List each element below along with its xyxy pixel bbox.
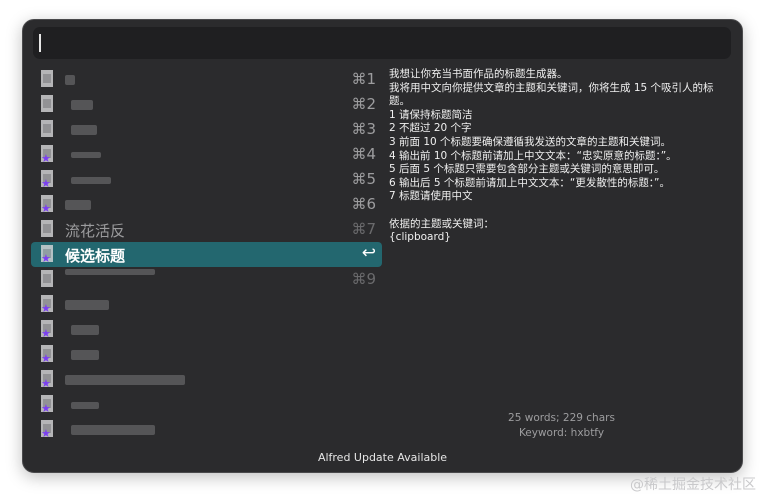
snippet-stats: 25 words; 229 chars Keyword: hxbtfy bbox=[389, 411, 734, 441]
snippet-icon bbox=[41, 270, 55, 289]
snippet-icon: ★ bbox=[41, 395, 55, 414]
results-list: ⌘1 ⌘2 ⌘3 ★ ⌘4 ★ ⌘5 ★ ⌘6 流花活反 ⌘7 ★ 候选标题 ↩… bbox=[23, 67, 383, 442]
return-key-icon: ↩ bbox=[361, 243, 376, 263]
watermark: @稀土掘金技术社区 bbox=[630, 477, 756, 493]
alfred-window: ⌘1 ⌘2 ⌘3 ★ ⌘4 ★ ⌘5 ★ ⌘6 流花活反 ⌘7 ★ 候选标题 ↩… bbox=[22, 19, 743, 473]
result-item[interactable]: ★ bbox=[31, 392, 382, 417]
result-item[interactable]: ★ ⌘6 bbox=[31, 192, 382, 217]
snippet-icon: ★ bbox=[41, 420, 55, 439]
result-shortcut: ⌘3 bbox=[351, 120, 376, 138]
snippet-icon bbox=[41, 95, 55, 114]
snippet-icon: ★ bbox=[41, 320, 55, 339]
result-item[interactable]: ★ bbox=[31, 367, 382, 392]
snippet-icon bbox=[41, 220, 55, 239]
snippet-icon: ★ bbox=[41, 370, 55, 389]
blurred-label bbox=[65, 375, 185, 385]
result-item[interactable]: ★ bbox=[31, 292, 382, 317]
blurred-label bbox=[65, 200, 91, 210]
result-shortcut: ⌘1 bbox=[351, 70, 376, 88]
snippet-icon bbox=[41, 70, 55, 89]
blurred-label bbox=[71, 125, 97, 135]
snippet-icon: ★ bbox=[41, 295, 55, 314]
result-item[interactable]: ★ bbox=[31, 317, 382, 342]
result-item[interactable]: ⌘9 bbox=[31, 267, 382, 292]
result-item[interactable]: 流花活反 ⌘7 bbox=[31, 217, 382, 242]
result-item-selected[interactable]: ★ 候选标题 ↩ bbox=[31, 242, 382, 267]
result-item[interactable]: ★ ⌘4 bbox=[31, 142, 382, 167]
result-label: 候选标题 bbox=[65, 247, 126, 265]
result-item[interactable]: ⌘1 bbox=[31, 67, 382, 92]
search-field[interactable] bbox=[33, 27, 731, 59]
result-shortcut: ⌘4 bbox=[351, 145, 376, 163]
result-item[interactable]: ⌘3 bbox=[31, 117, 382, 142]
blurred-label bbox=[71, 425, 155, 435]
word-char-count: 25 words; 229 chars bbox=[508, 412, 615, 424]
blurred-label bbox=[65, 300, 109, 310]
result-item[interactable]: ⌘2 bbox=[31, 92, 382, 117]
blurred-label bbox=[71, 152, 101, 158]
snippet-icon: ★ bbox=[41, 345, 55, 364]
snippet-preview-text: 我想让你充当书面作品的标题生成器。 我将用中文向你提供文章的主题和关键词，你将生… bbox=[389, 68, 714, 244]
blurred-label bbox=[65, 75, 75, 85]
result-shortcut: ⌘6 bbox=[351, 195, 376, 213]
blurred-label bbox=[71, 402, 99, 409]
snippet-icon: ★ bbox=[41, 195, 55, 214]
result-item[interactable]: ★ ⌘5 bbox=[31, 167, 382, 192]
snippet-keyword: Keyword: hxbtfy bbox=[518, 427, 605, 439]
result-shortcut: ⌘9 bbox=[351, 270, 376, 288]
snippet-icon: ★ bbox=[41, 245, 55, 264]
blurred-label bbox=[71, 325, 99, 335]
result-item[interactable]: ★ bbox=[31, 417, 382, 442]
result-shortcut: ⌘2 bbox=[351, 95, 376, 113]
blurred-label bbox=[71, 177, 111, 184]
text-caret bbox=[39, 34, 41, 52]
blurred-label bbox=[65, 269, 155, 275]
snippet-icon: ★ bbox=[41, 145, 55, 164]
result-shortcut: ⌘5 bbox=[351, 170, 376, 188]
blurred-label bbox=[71, 100, 93, 110]
snippet-icon bbox=[41, 120, 55, 139]
result-label: 流花活反 bbox=[65, 222, 126, 240]
result-shortcut: ⌘7 bbox=[351, 220, 376, 238]
result-item[interactable]: ★ bbox=[31, 342, 382, 367]
update-available-link[interactable]: Alfred Update Available bbox=[23, 451, 742, 464]
blurred-label bbox=[71, 350, 99, 360]
snippet-icon: ★ bbox=[41, 170, 55, 189]
